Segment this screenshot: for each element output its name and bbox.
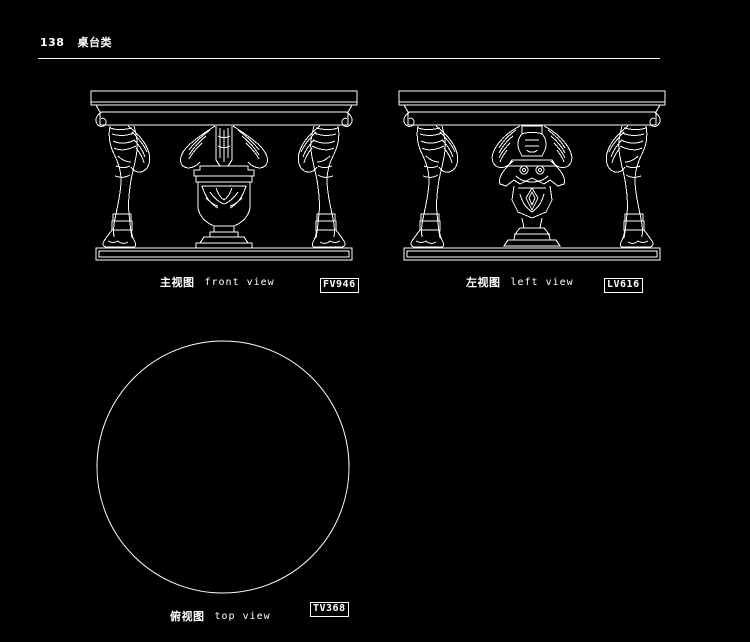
top-view-label-cn: 俯视图 xyxy=(170,610,205,623)
apron-scroll-left xyxy=(403,111,415,127)
base-plinth xyxy=(403,247,661,261)
left-view-label-en: left view xyxy=(510,276,574,288)
left-view-caption: 左视图 left view xyxy=(466,274,574,290)
griffin-leg-left xyxy=(102,125,151,248)
front-view-drawing xyxy=(88,88,360,263)
top-view-drawing xyxy=(92,338,354,596)
left-view-label-cn: 左视图 xyxy=(466,276,501,289)
griffin-leg-right xyxy=(605,125,654,248)
top-view-caption: 俯视图 top view xyxy=(170,608,271,624)
center-urn-pedestal xyxy=(180,125,268,249)
left-view-drawing xyxy=(396,88,668,263)
page-header: 138 桌台类 xyxy=(0,0,750,60)
page-title: 138 桌台类 xyxy=(40,36,112,49)
front-view-label-en: front view xyxy=(204,276,275,288)
base-plinth xyxy=(95,247,353,261)
table-top-circle-outline xyxy=(96,340,350,594)
front-view-caption: 主视图 front view xyxy=(160,274,275,290)
center-sphinx-figure xyxy=(491,125,573,247)
apron-scroll-right xyxy=(341,111,353,127)
top-view-code-tag: TV368 xyxy=(310,602,349,617)
front-view-label-cn: 主视图 xyxy=(160,276,195,289)
table-top-slab xyxy=(90,90,358,126)
apron-scroll-right xyxy=(649,111,661,127)
top-view-label-en: top view xyxy=(214,610,271,622)
apron-scroll-left xyxy=(95,111,107,127)
left-view-code-tag: LV616 xyxy=(604,278,643,293)
header-divider-rule xyxy=(38,58,660,59)
table-top-slab xyxy=(398,90,666,126)
griffin-leg-right xyxy=(297,125,346,248)
griffin-leg-left xyxy=(410,125,459,248)
front-view-code-tag: FV946 xyxy=(320,278,359,293)
